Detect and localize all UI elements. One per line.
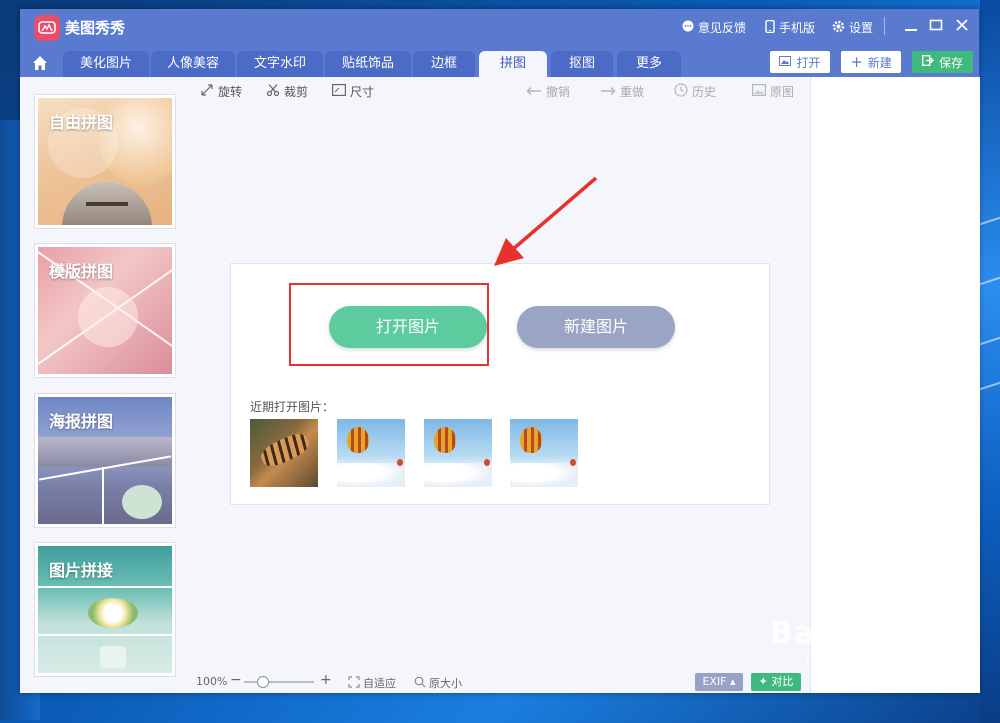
tab-beautify[interactable]: 美化图片 xyxy=(63,51,149,77)
app-logo-icon xyxy=(34,15,60,41)
fit-to-window-button[interactable]: 自适应 xyxy=(348,675,396,691)
tab-text-watermark[interactable]: 文字水印 xyxy=(237,51,323,77)
highlight-box xyxy=(289,283,489,366)
original-label: 原图 xyxy=(770,85,795,99)
desktop-background-right xyxy=(980,0,1000,723)
size-label: 尺寸 xyxy=(350,85,375,99)
original-tool[interactable]: 原图 xyxy=(752,83,794,100)
recent-image-thumbnail[interactable] xyxy=(510,419,578,487)
zoom-level: 100% xyxy=(196,675,228,688)
new-image-button[interactable]: 新建图片 xyxy=(517,306,675,348)
recent-image-thumbnail[interactable] xyxy=(337,419,405,487)
history-label: 历史 xyxy=(692,85,717,99)
tab-collage[interactable]: 拼图 xyxy=(479,51,547,77)
close-button[interactable] xyxy=(951,16,973,38)
template-image-stitch[interactable]: 图片拼接 xyxy=(34,542,176,677)
exif-button[interactable]: EXIF ▴ xyxy=(695,673,743,691)
history-tool[interactable]: 历史 xyxy=(674,83,716,100)
app-title: 美图秀秀 xyxy=(65,19,126,37)
template-layout-collage[interactable]: 模版拼图 xyxy=(34,243,176,378)
plus-icon: + xyxy=(850,52,863,71)
baidu-watermark: Bai du 经验 jingyan.baidu.com xyxy=(770,608,956,663)
save-label: 保存 xyxy=(938,55,963,70)
undo-tool[interactable]: 撤销 xyxy=(526,83,570,100)
rotate-icon xyxy=(200,83,214,100)
settings-label: 设置 xyxy=(849,21,874,35)
undo-label: 撤销 xyxy=(546,85,571,99)
recent-image-thumbnail[interactable] xyxy=(250,419,318,487)
right-side-panel xyxy=(810,77,980,693)
exif-label: EXIF xyxy=(702,675,727,688)
feedback-link[interactable]: 意见反馈 xyxy=(682,19,746,36)
watermark-brand: Bai du 经验 xyxy=(770,616,957,651)
redo-label: 重做 xyxy=(620,85,645,99)
rotate-label: 旋转 xyxy=(218,85,243,99)
red-arrow-annotation xyxy=(494,176,598,266)
phone-icon xyxy=(765,19,775,36)
original-size-button[interactable]: 原大小 xyxy=(414,675,462,691)
export-icon xyxy=(922,55,934,69)
gear-icon xyxy=(832,20,845,36)
titlebar-divider xyxy=(884,17,885,35)
image-stitch-label: 图片拼接 xyxy=(49,561,114,580)
maximize-button[interactable] xyxy=(925,16,947,38)
settings-link[interactable]: 设置 xyxy=(832,19,873,36)
tab-cutout[interactable]: 抠图 xyxy=(551,51,613,77)
template-free-collage[interactable]: 自由拼图 xyxy=(34,94,176,229)
minimize-button[interactable] xyxy=(900,16,922,38)
redo-arrow-icon xyxy=(600,85,616,99)
app-window: 美图秀秀 意见反馈 手机版 设置 美化图片 人像美容 文字水印 贴纸饰品 边框 … xyxy=(20,9,980,693)
crop-tool[interactable]: 裁剪 xyxy=(266,83,308,100)
image-icon xyxy=(779,55,792,69)
magnifier-icon xyxy=(414,676,426,691)
poster-collage-label: 海报拼图 xyxy=(49,412,114,431)
undo-arrow-icon xyxy=(526,85,542,99)
zoom-slider-handle[interactable] xyxy=(256,676,269,688)
recent-image-thumbnail[interactable] xyxy=(424,419,492,487)
compare-label: 对比 xyxy=(771,675,794,688)
new-button[interactable]: + 新建 xyxy=(841,51,901,73)
mobile-version-link[interactable]: 手机版 xyxy=(765,19,815,36)
tab-border[interactable]: 边框 xyxy=(413,51,475,77)
clock-icon xyxy=(674,83,688,100)
main-tab-bar: 美化图片 人像美容 文字水印 贴纸饰品 边框 拼图 抠图 更多 打开 + 新建 … xyxy=(20,47,979,77)
tab-stickers[interactable]: 贴纸饰品 xyxy=(325,51,411,77)
original-image-icon xyxy=(752,84,767,99)
open-label: 打开 xyxy=(796,55,821,70)
home-button[interactable] xyxy=(26,51,54,77)
title-bar: 美图秀秀 意见反馈 手机版 设置 xyxy=(20,9,979,47)
fit-icon xyxy=(348,676,360,691)
compare-button[interactable]: ✦ 对比 xyxy=(751,673,801,691)
original-size-label: 原大小 xyxy=(429,677,462,690)
layout-collage-label: 模版拼图 xyxy=(49,262,114,281)
open-button[interactable]: 打开 xyxy=(770,51,830,73)
tab-portrait[interactable]: 人像美容 xyxy=(151,51,235,77)
crop-label: 裁剪 xyxy=(284,85,309,99)
tab-more[interactable]: 更多 xyxy=(617,51,681,77)
new-label: 新建 xyxy=(867,55,892,70)
chat-bubble-icon xyxy=(682,20,694,35)
feedback-label: 意见反馈 xyxy=(698,21,747,35)
save-button[interactable]: 保存 xyxy=(912,51,973,73)
resize-icon xyxy=(332,84,347,99)
mobile-label: 手机版 xyxy=(779,21,816,35)
recent-images-label: 近期打开图片： xyxy=(250,400,335,414)
collage-template-panel: 自由拼图 模版拼图 海报拼图 图片拼接 xyxy=(20,77,190,693)
template-poster-collage[interactable]: 海报拼图 xyxy=(34,393,176,528)
scissors-icon xyxy=(266,83,280,100)
zoom-out-button[interactable]: − xyxy=(230,672,242,688)
redo-tool[interactable]: 重做 xyxy=(600,83,644,100)
fit-label: 自适应 xyxy=(363,677,396,690)
zoom-in-button[interactable]: + xyxy=(320,672,332,688)
rotate-tool[interactable]: 旋转 xyxy=(200,83,242,100)
zoom-slider-track[interactable] xyxy=(244,681,314,683)
size-tool[interactable]: 尺寸 xyxy=(332,83,374,100)
free-collage-label: 自由拼图 xyxy=(49,113,114,132)
